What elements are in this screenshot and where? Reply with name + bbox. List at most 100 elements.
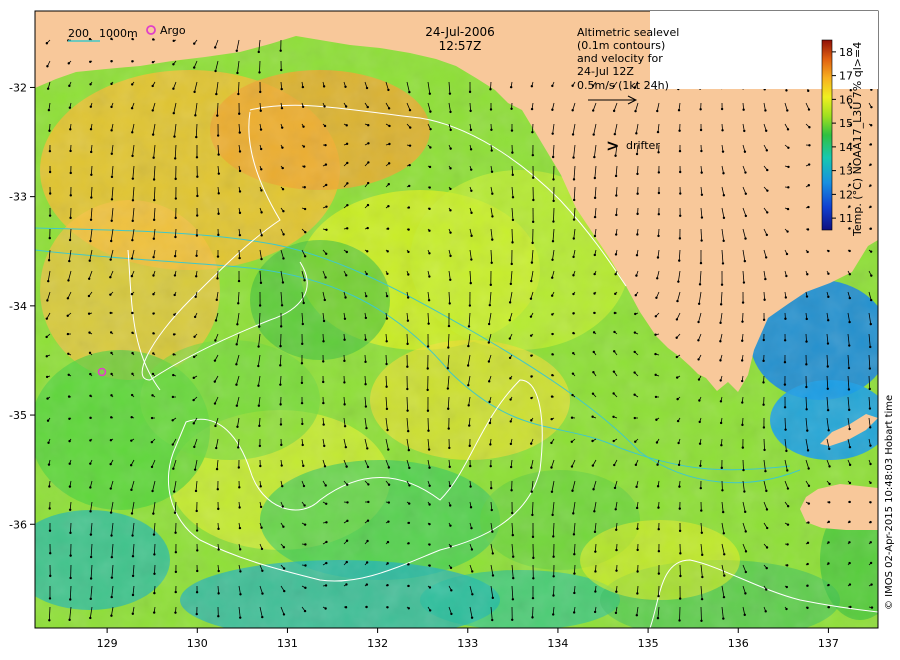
velocity-arrow-head	[449, 254, 452, 258]
velocity-arrow-head	[785, 607, 788, 611]
velocity-arrow-head	[90, 173, 93, 177]
velocity-arrow-head	[635, 613, 639, 617]
velocity-arrow-head	[303, 207, 307, 211]
velocity-arrow-head	[869, 541, 872, 544]
velocity-arrow-head	[303, 609, 307, 613]
velocity-arrow-head	[110, 175, 114, 179]
velocity-arrow-head	[551, 353, 554, 356]
velocity-arrow-head	[257, 364, 260, 368]
velocity-arrow-head	[109, 258, 112, 261]
velocity-arrow-head	[257, 345, 260, 348]
velocity-arrow-head	[532, 577, 535, 580]
velocity-arrow-head	[151, 60, 155, 64]
velocity-arrow-head	[259, 128, 263, 131]
velocity-arrow-head	[487, 380, 491, 383]
velocity-arrow-head	[408, 484, 411, 487]
velocity-arrow-head	[343, 403, 346, 406]
velocity-arrow-head	[193, 445, 196, 449]
velocity-arrow-head	[699, 128, 703, 132]
velocity-arrow-head	[428, 543, 431, 546]
altimetry-line-4: 24-Jul 12Z	[577, 65, 634, 78]
velocity-arrow-head	[848, 296, 852, 300]
sst-map-figure: 129 130 131 132 133 134 135 136 137 -32 -33 -34 -35…	[9, 10, 895, 650]
velocity-arrow-head	[259, 485, 262, 488]
velocity-arrow-head	[614, 292, 617, 296]
velocity-arrow-head	[593, 610, 597, 614]
velocity-arrow-head	[89, 239, 92, 243]
velocity-arrow-head	[635, 152, 639, 156]
velocity-arrow-head	[280, 304, 284, 307]
velocity-arrow-head	[870, 583, 873, 586]
velocity-arrow-head	[719, 340, 722, 343]
velocity-arrow-head	[259, 109, 262, 112]
velocity-arrow-head	[322, 423, 325, 426]
velocity-arrow-head	[532, 198, 535, 202]
velocity-arrow-head	[615, 213, 618, 217]
velocity-arrow-head	[258, 444, 262, 448]
velocity-arrow-head	[406, 342, 409, 346]
velocity-arrow-head	[215, 446, 218, 450]
velocity-arrow-head	[89, 439, 92, 442]
velocity-arrow-head	[762, 359, 765, 363]
velocity-arrow-head	[364, 316, 368, 320]
x-tick-label: 129	[97, 637, 118, 650]
velocity-arrow-head	[491, 215, 494, 218]
velocity-arrow-head	[784, 296, 788, 299]
velocity-arrow-head	[848, 541, 851, 544]
velocity-arrow-head	[467, 404, 470, 407]
velocity-arrow-head	[764, 256, 768, 259]
velocity-arrow-head	[131, 311, 134, 315]
velocity-arrow-head	[280, 126, 284, 129]
velocity-arrow-head	[386, 540, 390, 544]
velocity-arrow-head	[173, 135, 176, 138]
velocity-arrow-head	[49, 574, 52, 578]
velocity-arrow-head	[366, 226, 369, 230]
velocity-arrow-head	[407, 607, 410, 610]
velocity-arrow-head	[260, 189, 263, 192]
velocity-arrow-head	[636, 592, 639, 595]
velocity-arrow-head	[406, 409, 409, 412]
velocity-arrow-head	[786, 543, 789, 546]
velocity-arrow-head	[449, 231, 452, 234]
velocity-arrow-head	[195, 135, 198, 139]
velocity-arrow-head	[572, 312, 575, 315]
altimetry-line-2: (0.1m contours)	[577, 39, 665, 52]
velocity-arrow-head	[447, 324, 451, 328]
velocity-arrow-head	[322, 340, 325, 343]
velocity-arrow-head	[827, 583, 830, 587]
velocity-arrow-head	[193, 315, 197, 319]
velocity-arrow-head	[848, 272, 852, 276]
velocity-arrow-head	[345, 465, 348, 468]
velocity-arrow-head	[235, 343, 238, 346]
velocity-arrow-head	[827, 520, 831, 524]
velocity-arrow-head	[635, 506, 639, 510]
velocity-arrow-head	[300, 362, 304, 365]
velocity-arrow-head	[385, 362, 388, 366]
velocity-arrow-head	[531, 220, 535, 224]
velocity-arrow-head	[173, 293, 176, 297]
velocity-arrow-head	[236, 446, 240, 449]
velocity-arrow-head	[365, 561, 369, 564]
velocity-arrow-head	[261, 615, 264, 619]
velocity-arrow-head	[324, 143, 327, 147]
velocity-arrow-head	[721, 510, 725, 514]
velocity-arrow-head	[550, 441, 553, 445]
velocity-arrow-head	[552, 199, 555, 203]
velocity-arrow-head	[449, 187, 452, 191]
velocity-arrow-head	[744, 237, 747, 240]
velocity-arrow-head	[449, 524, 452, 527]
velocity-arrow-head	[258, 304, 262, 307]
velocity-arrow-head	[194, 295, 197, 298]
velocity-arrow-head	[89, 597, 92, 601]
velocity-arrow-head	[196, 569, 199, 573]
velocity-arrow-head	[743, 613, 746, 617]
velocity-arrow-head	[572, 218, 576, 221]
velocity-arrow-head	[88, 37, 92, 41]
velocity-arrow-head	[300, 401, 304, 405]
velocity-arrow-head	[530, 261, 534, 264]
x-tick-label: 133	[457, 637, 478, 650]
velocity-arrow-head	[572, 178, 576, 181]
velocity-arrow-head	[508, 337, 512, 340]
velocity-arrow-head	[614, 253, 618, 256]
velocity-arrow-head	[828, 447, 831, 451]
